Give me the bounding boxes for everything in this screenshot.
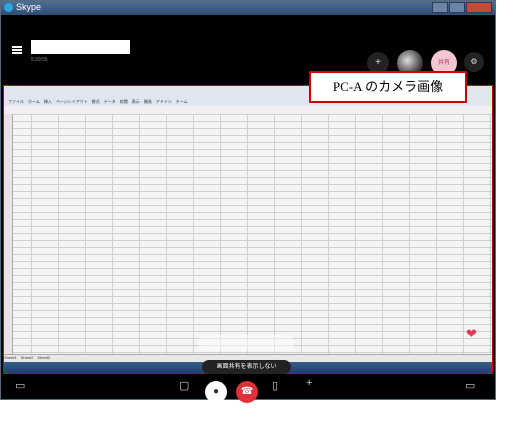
microphone-button[interactable]: ● bbox=[205, 381, 227, 403]
excel-grid bbox=[4, 114, 492, 354]
camera-icon[interactable]: ▢ bbox=[179, 379, 189, 392]
contact-name-redacted bbox=[31, 40, 130, 54]
shared-screen-video: ファイル ホーム 挿入 ページレイアウト 数式 データ 校閲 表示 開発 アドイ… bbox=[3, 85, 493, 374]
camera-label: PC-A のカメラ画像 bbox=[309, 71, 467, 103]
minimize-button[interactable] bbox=[432, 2, 448, 13]
heart-reaction-icon[interactable]: ❤ bbox=[466, 327, 477, 340]
screen-share-icon[interactable]: ▭ bbox=[15, 379, 25, 392]
excel-row-headers bbox=[4, 114, 13, 354]
excel-ribbon-tabs: ファイル ホーム 挿入 ページレイアウト 数式 データ 校閲 表示 開発 アドイ… bbox=[8, 99, 188, 104]
window-titlebar[interactable]: Skype bbox=[1, 1, 495, 15]
video-toggle-icon[interactable]: ▯ bbox=[272, 379, 278, 392]
skype-logo-icon bbox=[4, 3, 13, 12]
menu-icon[interactable] bbox=[12, 46, 22, 54]
skype-window: Skype 5:29:55 + 共有 ⚙ ファイル ホーム 挿入 ページレイアウ… bbox=[0, 0, 496, 403]
fullscreen-icon[interactable]: ▭ bbox=[465, 379, 475, 392]
hang-up-button[interactable]: ☎ bbox=[236, 381, 258, 403]
call-subtitle: 5:29:55 bbox=[31, 57, 48, 63]
mute-speaker-button[interactable]: スピーカーをミュート bbox=[198, 335, 294, 351]
add-icon[interactable]: + bbox=[306, 377, 312, 389]
add-person-icon: + bbox=[375, 57, 381, 68]
gear-icon[interactable]: ⚙ bbox=[464, 52, 484, 72]
hide-screen-share-tooltip: 画面共有を表示しない bbox=[202, 360, 291, 374]
maximize-button[interactable] bbox=[449, 2, 465, 13]
close-button[interactable] bbox=[466, 2, 492, 13]
window-title: Skype bbox=[16, 2, 42, 12]
